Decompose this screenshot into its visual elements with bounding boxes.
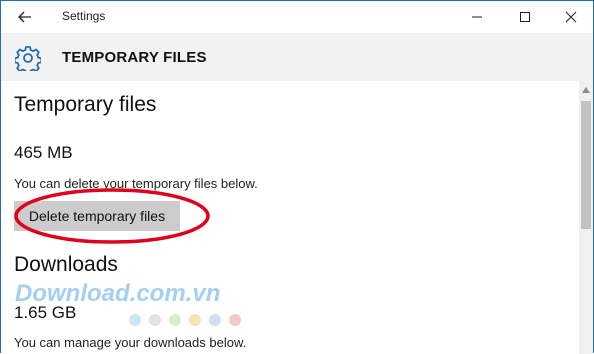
vertical-scrollbar[interactable] [579, 81, 593, 354]
chevron-up-icon [582, 87, 590, 93]
scrollbar-thumb[interactable] [581, 101, 591, 229]
watermark-dots [129, 314, 241, 326]
page-title: TEMPORARY FILES [62, 49, 207, 66]
highlight-ring [14, 188, 210, 244]
page-header: TEMPORARY FILES [1, 33, 593, 81]
temporary-files-size: 465 MB [14, 143, 73, 162]
maximize-icon [520, 12, 530, 22]
maximize-button[interactable] [511, 5, 539, 29]
minimize-icon [472, 16, 482, 18]
downloads-size: 1.65 GB [14, 303, 77, 322]
window-title: Settings [62, 9, 106, 23]
content-area: Temporary files 465 MB You can delete yo… [1, 81, 579, 354]
back-arrow-icon [18, 11, 31, 23]
title-bar: Settings [1, 1, 593, 33]
downloads-heading: Downloads [14, 253, 118, 276]
minimize-button[interactable] [463, 5, 491, 29]
close-icon [565, 11, 577, 23]
back-button[interactable] [13, 7, 37, 27]
settings-window: Settings TEMPORARY FILES Temporary files… [0, 0, 594, 354]
temporary-files-heading: Temporary files [14, 93, 157, 116]
gear-icon [15, 46, 41, 71]
close-button[interactable] [557, 5, 585, 29]
scroll-up-button[interactable] [579, 83, 593, 97]
downloads-description: You can manage your downloads below. [14, 335, 247, 350]
